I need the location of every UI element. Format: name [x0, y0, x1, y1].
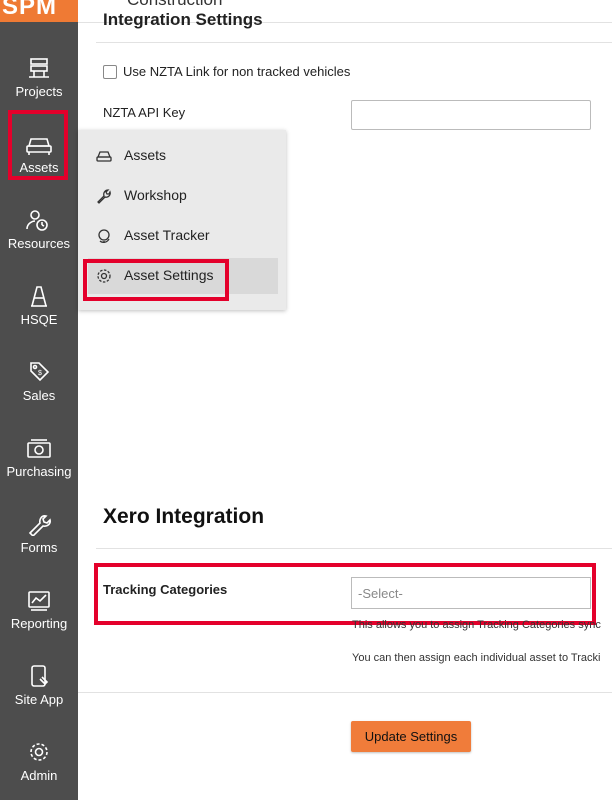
- projects-icon: [29, 58, 49, 78]
- purchasing-icon: [27, 439, 51, 458]
- xero-integration-heading: Xero Integration: [103, 505, 265, 528]
- menu-item-assets[interactable]: Assets: [88, 138, 278, 174]
- tracking-help-text-1: This allows you to assign Tracking Categ…: [352, 619, 601, 631]
- nzta-link-checkbox[interactable]: [103, 65, 117, 79]
- sidebar-item-label: Reporting: [10, 616, 68, 631]
- wrench-icon: [28, 515, 51, 536]
- hsqe-icon: [31, 286, 47, 307]
- sidebar-item-forms[interactable]: Forms: [0, 500, 78, 576]
- gear-icon: [30, 743, 48, 761]
- assets-highlight-annotation: [8, 110, 68, 180]
- menu-item-asset-tracker[interactable]: Asset Tracker: [88, 218, 278, 254]
- sidebar-item-hsqe[interactable]: HSQE: [0, 272, 78, 348]
- nzta-link-checkbox-label[interactable]: Use NZTA Link for non tracked vehicles: [123, 64, 350, 79]
- resources-icon: [26, 210, 48, 231]
- svg-text:$: $: [38, 370, 42, 377]
- update-settings-button[interactable]: Update Settings: [351, 721, 471, 752]
- sidebar-item-sales[interactable]: $ Sales: [0, 348, 78, 424]
- app-logo[interactable]: SPM: [0, 0, 78, 22]
- footer-divider: [78, 692, 612, 693]
- mobile-icon: [31, 665, 49, 687]
- car-icon: [96, 151, 112, 162]
- sidebar-item-resources[interactable]: Resources: [0, 196, 78, 272]
- sidebar-item-label: Resources: [7, 236, 71, 251]
- sidebar-item-label: HSQE: [20, 312, 58, 327]
- wrench-icon: [97, 189, 111, 204]
- asset-settings-highlight-annotation: [83, 259, 229, 301]
- sidebar-item-purchasing[interactable]: Purchasing: [0, 424, 78, 500]
- sidebar-item-label: Site App: [14, 692, 64, 707]
- sidebar-item-site-app[interactable]: Site App: [0, 652, 78, 728]
- section-divider: [96, 42, 612, 43]
- tag-icon: $: [30, 362, 50, 382]
- sidebar-item-admin[interactable]: Admin: [0, 728, 78, 804]
- menu-item-label: Assets: [124, 147, 167, 163]
- menu-item-label: Asset Tracker: [124, 227, 210, 243]
- sidebar-item-label: Admin: [20, 768, 58, 783]
- sidebar-item-label: Purchasing: [6, 464, 72, 479]
- page-title: Construction: [127, 0, 222, 10]
- tracking-categories-highlight-annotation: [94, 563, 596, 625]
- sidebar-item-reporting[interactable]: Reporting: [0, 576, 78, 652]
- integration-settings-heading: Integration Settings: [103, 10, 263, 29]
- nzta-api-key-label: NZTA API Key: [103, 105, 186, 120]
- section-divider: [96, 548, 612, 549]
- chart-icon: [28, 591, 50, 611]
- sidebar-item-label: Forms: [20, 540, 58, 555]
- sidebar-item-projects[interactable]: Projects: [0, 44, 78, 120]
- sidebar-item-label: Sales: [22, 388, 56, 403]
- menu-item-workshop[interactable]: Workshop: [88, 178, 278, 214]
- tracking-help-text-2: You can then assign each individual asse…: [352, 652, 601, 664]
- menu-item-label: Workshop: [124, 187, 187, 203]
- globe-icon: [98, 229, 110, 243]
- nzta-api-key-input[interactable]: [351, 100, 591, 130]
- sidebar-item-label: Projects: [15, 84, 63, 99]
